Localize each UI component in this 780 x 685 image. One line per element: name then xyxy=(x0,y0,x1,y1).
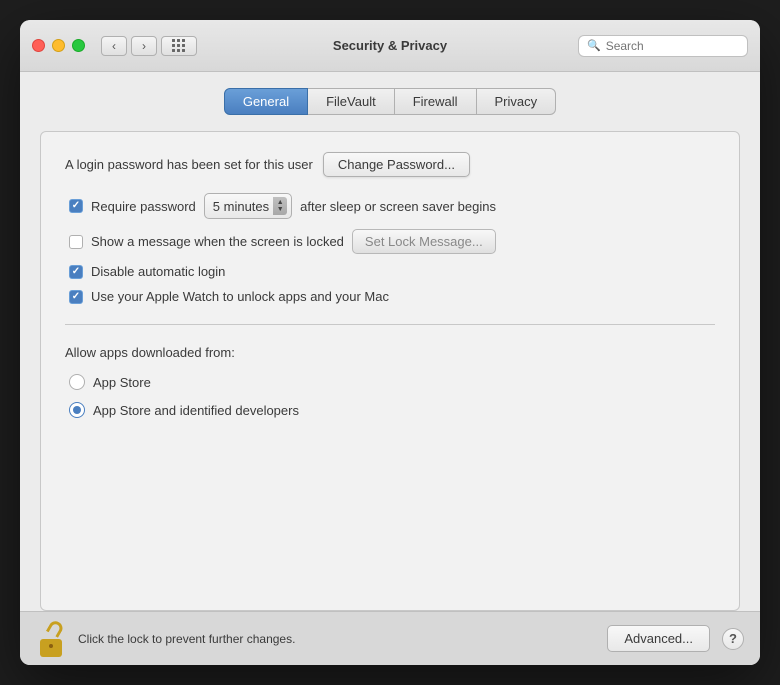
apple-watch-label: Use your Apple Watch to unlock apps and … xyxy=(91,289,389,304)
lock-icon[interactable] xyxy=(36,621,66,657)
tabs: General FileVault Firewall Privacy xyxy=(40,88,740,115)
content-area: General FileVault Firewall Privacy A log… xyxy=(20,72,760,611)
disable-autologin-checkbox[interactable]: ✓ xyxy=(69,265,83,279)
require-password-label: Require password xyxy=(91,199,196,214)
radio-identified-row: App Store and identified developers xyxy=(69,402,715,418)
show-message-row: Show a message when the screen is locked… xyxy=(69,229,715,254)
forward-button[interactable]: › xyxy=(131,36,157,56)
allow-apps-section: Allow apps downloaded from: App Store Ap… xyxy=(65,345,715,418)
radio-identified-developers[interactable] xyxy=(69,402,85,418)
close-button[interactable] xyxy=(32,39,45,52)
settings-panel: A login password has been set for this u… xyxy=(40,131,740,611)
tab-filevault[interactable]: FileVault xyxy=(308,88,395,115)
advanced-button[interactable]: Advanced... xyxy=(607,625,710,652)
dropdown-value: 5 minutes xyxy=(213,199,269,214)
lock-shackle-icon xyxy=(46,618,65,637)
apple-watch-row: ✓ Use your Apple Watch to unlock apps an… xyxy=(69,289,715,304)
help-button[interactable]: ? xyxy=(722,628,744,650)
back-button[interactable]: ‹ xyxy=(101,36,127,56)
titlebar: ‹ › Security & Privacy 🔍 xyxy=(20,20,760,72)
login-password-text: A login password has been set for this u… xyxy=(65,157,313,172)
bottombar: Click the lock to prevent further change… xyxy=(20,611,760,665)
require-password-suffix: after sleep or screen saver begins xyxy=(300,199,496,214)
back-icon: ‹ xyxy=(112,39,116,53)
minimize-button[interactable] xyxy=(52,39,65,52)
section-divider xyxy=(65,324,715,325)
radio-app-store-label: App Store xyxy=(93,375,151,390)
checkmark-icon-3: ✓ xyxy=(72,292,80,302)
main-window: ‹ › Security & Privacy 🔍 General FileVau… xyxy=(20,20,760,665)
allow-apps-title: Allow apps downloaded from: xyxy=(65,345,715,360)
dropdown-arrow-icon: ▲▼ xyxy=(273,197,287,215)
radio-app-store-row: App Store xyxy=(69,374,715,390)
require-password-checkbox[interactable]: ✓ xyxy=(69,199,83,213)
search-box[interactable]: 🔍 xyxy=(578,35,748,57)
change-password-button[interactable]: Change Password... xyxy=(323,152,470,177)
disable-autologin-row: ✓ Disable automatic login xyxy=(69,264,715,279)
show-message-label: Show a message when the screen is locked xyxy=(91,234,344,249)
checkmark-icon: ✓ xyxy=(72,201,80,211)
apple-watch-checkbox[interactable]: ✓ xyxy=(69,290,83,304)
tab-general[interactable]: General xyxy=(224,88,308,115)
lock-body-icon xyxy=(40,639,62,657)
radio-app-store[interactable] xyxy=(69,374,85,390)
search-input[interactable] xyxy=(606,39,739,53)
grid-button[interactable] xyxy=(161,36,197,56)
nav-buttons: ‹ › xyxy=(101,36,157,56)
forward-icon: › xyxy=(142,39,146,53)
traffic-lights xyxy=(32,39,85,52)
login-password-row: A login password has been set for this u… xyxy=(65,152,715,177)
lock-text: Click the lock to prevent further change… xyxy=(78,632,595,646)
checkmark-icon-2: ✓ xyxy=(72,267,80,277)
show-message-checkbox[interactable] xyxy=(69,235,83,249)
require-password-row: ✓ Require password 5 minutes ▲▼ after sl… xyxy=(69,193,715,219)
grid-icon xyxy=(172,39,186,53)
radio-identified-label: App Store and identified developers xyxy=(93,403,299,418)
tab-privacy[interactable]: Privacy xyxy=(477,88,557,115)
set-lock-message-button[interactable]: Set Lock Message... xyxy=(352,229,496,254)
disable-autologin-label: Disable automatic login xyxy=(91,264,225,279)
window-title: Security & Privacy xyxy=(333,38,447,53)
tab-firewall[interactable]: Firewall xyxy=(395,88,477,115)
section-password: A login password has been set for this u… xyxy=(65,152,715,304)
lock-keyhole-icon xyxy=(49,644,53,648)
radio-dot-icon xyxy=(73,406,81,414)
maximize-button[interactable] xyxy=(72,39,85,52)
password-timeout-dropdown[interactable]: 5 minutes ▲▼ xyxy=(204,193,292,219)
search-icon: 🔍 xyxy=(587,39,601,52)
